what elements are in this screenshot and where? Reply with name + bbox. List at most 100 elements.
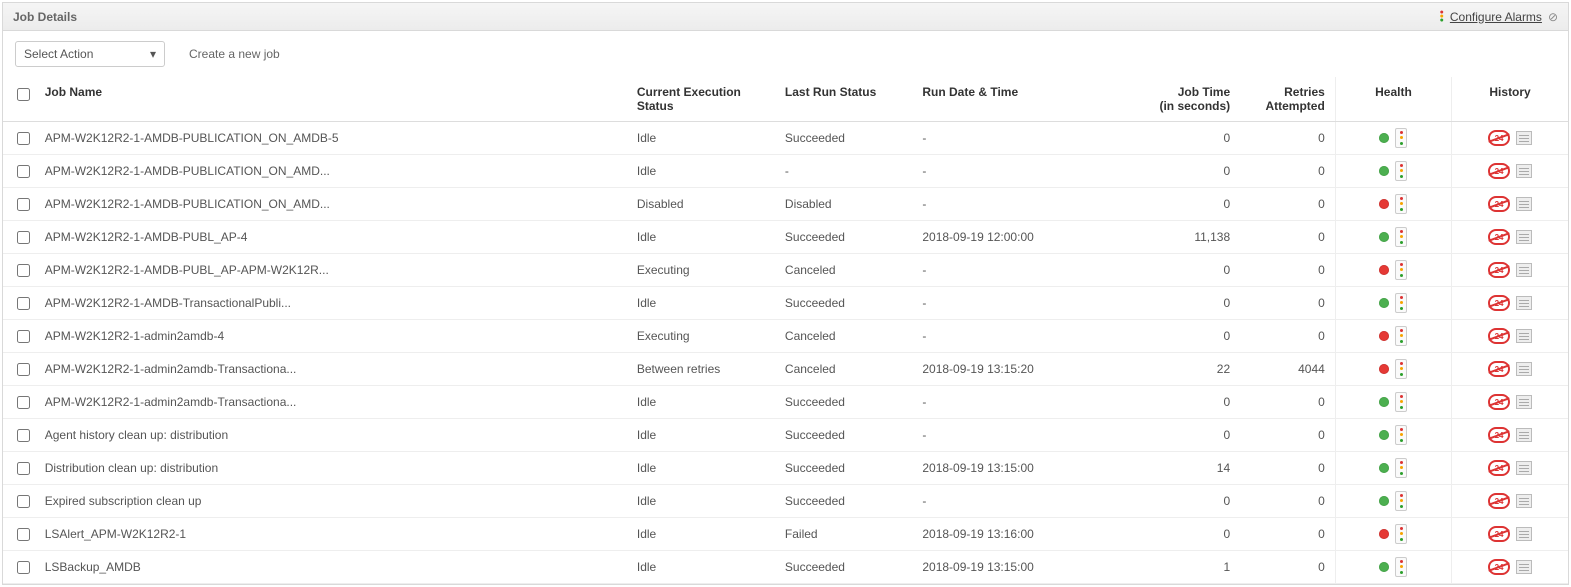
no-24h-icon[interactable]: 24	[1488, 361, 1510, 377]
select-action-dropdown[interactable]: Select Action ▾	[15, 41, 165, 67]
no-24h-icon[interactable]: 24	[1488, 460, 1510, 476]
traffic-light-icon[interactable]	[1395, 227, 1407, 247]
no-24h-icon[interactable]: 24	[1488, 493, 1510, 509]
select-action-label: Select Action	[24, 47, 93, 61]
table-row[interactable]: APM-W2K12R2-1-admin2amdb-4ExecutingCance…	[3, 320, 1568, 353]
table-row[interactable]: Agent history clean up: distributionIdle…	[3, 419, 1568, 452]
no-24h-icon[interactable]: 24	[1488, 196, 1510, 212]
col-history[interactable]: History	[1452, 77, 1568, 122]
alarm-indicator-icon: ●●●	[1440, 11, 1444, 23]
cell-job-name: Expired subscription clean up	[35, 485, 627, 518]
row-checkbox[interactable]	[17, 462, 30, 475]
table-row[interactable]: APM-W2K12R2-1-AMDB-PUBLICATION_ON_AMD...…	[3, 155, 1568, 188]
job-details-panel: Job Details ●●● Configure Alarms ⊘ Selec…	[2, 2, 1569, 585]
cell-health	[1335, 452, 1451, 485]
col-job-name[interactable]: Job Name	[35, 77, 627, 122]
log-icon[interactable]	[1516, 428, 1532, 442]
col-run-date[interactable]: Run Date & Time	[912, 77, 1123, 122]
log-icon[interactable]	[1516, 329, 1532, 343]
log-icon[interactable]	[1516, 164, 1532, 178]
table-row[interactable]: Distribution clean up: distributionIdleS…	[3, 452, 1568, 485]
log-icon[interactable]	[1516, 131, 1532, 145]
no-24h-icon[interactable]: 24	[1488, 262, 1510, 278]
row-checkbox[interactable]	[17, 330, 30, 343]
col-job-time[interactable]: Job Time (in seconds)	[1124, 77, 1240, 122]
table-row[interactable]: Expired subscription clean upIdleSucceed…	[3, 485, 1568, 518]
configure-alarms-link[interactable]: Configure Alarms	[1450, 10, 1542, 24]
row-checkbox[interactable]	[17, 264, 30, 277]
traffic-light-icon[interactable]	[1395, 128, 1407, 148]
header-right: ●●● Configure Alarms ⊘	[1440, 10, 1558, 24]
log-icon[interactable]	[1516, 494, 1532, 508]
no-24h-icon[interactable]: 24	[1488, 229, 1510, 245]
col-health[interactable]: Health	[1335, 77, 1451, 122]
table-row[interactable]: LSAlert_APM-W2K12R2-1IdleFailed2018-09-1…	[3, 518, 1568, 551]
table-row[interactable]: APM-W2K12R2-1-AMDB-PUBL_AP-APM-W2K12R...…	[3, 254, 1568, 287]
table-row[interactable]: APM-W2K12R2-1-AMDB-PUBL_AP-4IdleSucceede…	[3, 221, 1568, 254]
create-new-job-link[interactable]: Create a new job	[189, 47, 280, 61]
table-row[interactable]: APM-W2K12R2-1-admin2amdb-Transactiona...…	[3, 386, 1568, 419]
log-icon[interactable]	[1516, 362, 1532, 376]
cell-run-date: 2018-09-19 13:15:00	[912, 551, 1123, 584]
traffic-light-icon[interactable]	[1395, 458, 1407, 478]
row-checkbox[interactable]	[17, 528, 30, 541]
traffic-light-icon[interactable]	[1395, 326, 1407, 346]
log-icon[interactable]	[1516, 197, 1532, 211]
traffic-light-icon[interactable]	[1395, 491, 1407, 511]
no-24h-icon[interactable]: 24	[1488, 163, 1510, 179]
log-icon[interactable]	[1516, 560, 1532, 574]
table-row[interactable]: APM-W2K12R2-1-AMDB-PUBLICATION_ON_AMDB-5…	[3, 122, 1568, 155]
no-24h-icon[interactable]: 24	[1488, 130, 1510, 146]
row-checkbox[interactable]	[17, 297, 30, 310]
no-24h-icon[interactable]: 24	[1488, 295, 1510, 311]
no-24h-icon[interactable]: 24	[1488, 526, 1510, 542]
row-checkbox[interactable]	[17, 132, 30, 145]
col-last-run[interactable]: Last Run Status	[775, 77, 912, 122]
row-checkbox[interactable]	[17, 561, 30, 574]
log-icon[interactable]	[1516, 263, 1532, 277]
cell-retries: 0	[1240, 485, 1335, 518]
traffic-light-icon[interactable]	[1395, 293, 1407, 313]
row-checkbox[interactable]	[17, 495, 30, 508]
log-icon[interactable]	[1516, 296, 1532, 310]
traffic-light-icon[interactable]	[1395, 359, 1407, 379]
traffic-light-icon[interactable]	[1395, 161, 1407, 181]
no-24h-icon[interactable]: 24	[1488, 328, 1510, 344]
cell-retries: 4044	[1240, 353, 1335, 386]
no-24h-icon[interactable]: 24	[1488, 559, 1510, 575]
traffic-light-icon[interactable]	[1395, 425, 1407, 445]
prohibit-icon[interactable]: ⊘	[1548, 10, 1558, 24]
col-retries[interactable]: Retries Attempted	[1240, 77, 1335, 122]
row-checkbox[interactable]	[17, 363, 30, 376]
no-24h-icon[interactable]: 24	[1488, 394, 1510, 410]
traffic-light-icon[interactable]	[1395, 557, 1407, 577]
row-checkbox[interactable]	[17, 396, 30, 409]
log-icon[interactable]	[1516, 461, 1532, 475]
log-icon[interactable]	[1516, 230, 1532, 244]
row-checkbox[interactable]	[17, 165, 30, 178]
table-row[interactable]: APM-W2K12R2-1-admin2amdb-Transactiona...…	[3, 353, 1568, 386]
cell-last-run: Succeeded	[775, 386, 912, 419]
cell-health	[1335, 254, 1451, 287]
no-24h-icon[interactable]: 24	[1488, 427, 1510, 443]
row-checkbox[interactable]	[17, 198, 30, 211]
cell-exec-status: Idle	[627, 551, 775, 584]
cell-exec-status: Between retries	[627, 353, 775, 386]
cell-exec-status: Idle	[627, 122, 775, 155]
table-row[interactable]: APM-W2K12R2-1-AMDB-PUBLICATION_ON_AMD...…	[3, 188, 1568, 221]
traffic-light-icon[interactable]	[1395, 524, 1407, 544]
col-exec-status[interactable]: Current Execution Status	[627, 77, 775, 122]
log-icon[interactable]	[1516, 527, 1532, 541]
cell-job-time: 0	[1124, 518, 1240, 551]
traffic-light-icon[interactable]	[1395, 260, 1407, 280]
table-row[interactable]: LSBackup_AMDBIdleSucceeded2018-09-19 13:…	[3, 551, 1568, 584]
select-all-checkbox[interactable]	[17, 88, 30, 101]
log-icon[interactable]	[1516, 395, 1532, 409]
table-row[interactable]: APM-W2K12R2-1-AMDB-TransactionalPubli...…	[3, 287, 1568, 320]
row-checkbox[interactable]	[17, 231, 30, 244]
cell-health	[1335, 353, 1451, 386]
traffic-light-icon[interactable]	[1395, 194, 1407, 214]
traffic-light-icon[interactable]	[1395, 392, 1407, 412]
row-checkbox[interactable]	[17, 429, 30, 442]
cell-run-date: -	[912, 188, 1123, 221]
